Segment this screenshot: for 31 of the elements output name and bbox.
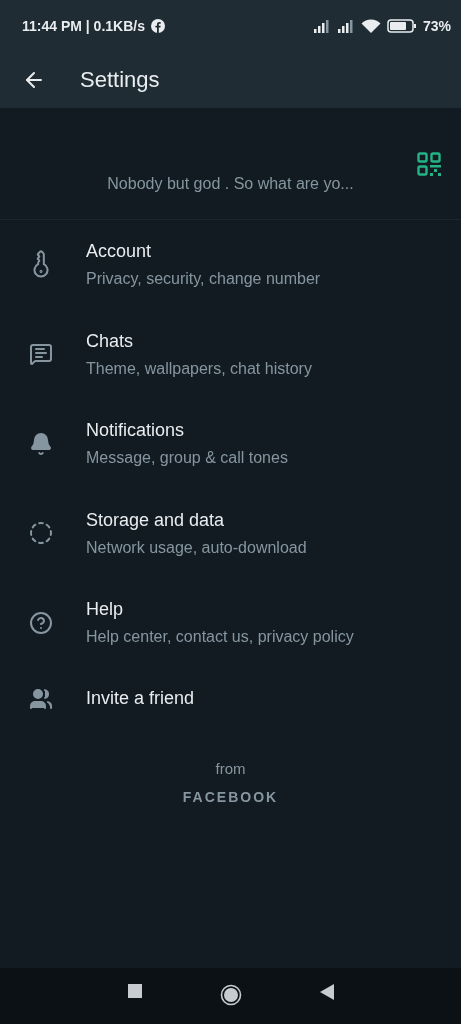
qr-code-icon[interactable] xyxy=(417,152,441,176)
profile-status[interactable]: Nobody but god . So what are yo... xyxy=(107,174,354,193)
people-icon xyxy=(29,686,53,711)
ring-icon xyxy=(29,521,53,546)
home-icon[interactable] xyxy=(219,984,242,1006)
setting-title[interactable]: Account xyxy=(86,241,321,263)
brand-label: FACEBOOK xyxy=(182,788,279,805)
battery-icon xyxy=(386,19,417,33)
setting-title[interactable]: Help xyxy=(86,599,354,621)
wifi-icon xyxy=(360,18,381,34)
chat-icon xyxy=(29,342,53,367)
setting-subtitle: Theme, wallpapers, chat history xyxy=(86,359,312,378)
status-time: 11:44 PM | 0.1KB/s xyxy=(22,18,145,34)
setting-title[interactable]: Notifications xyxy=(86,420,288,442)
setting-subtitle: Network usage, auto-download xyxy=(86,538,307,557)
setting-subtitle: Help center, contact us, privacy policy xyxy=(86,628,354,647)
signal-icon xyxy=(336,19,355,33)
recents-icon[interactable] xyxy=(127,984,142,998)
setting-title[interactable]: Chats xyxy=(86,330,312,352)
setting-title[interactable]: Storage and data xyxy=(86,509,307,531)
setting-title[interactable]: Invite a friend xyxy=(86,688,195,709)
help-icon xyxy=(29,610,53,635)
battery-percent: 73% xyxy=(422,18,451,34)
setting-subtitle: Privacy, security, change number xyxy=(86,270,321,289)
facebook-icon xyxy=(151,19,165,33)
signal-icon xyxy=(312,19,331,33)
screen-title: Settings xyxy=(80,67,160,93)
setting-subtitle: Message, group & call tones xyxy=(86,449,288,468)
from-label: from xyxy=(215,759,246,777)
bell-icon xyxy=(29,431,53,456)
back-nav-icon[interactable] xyxy=(319,984,334,1000)
